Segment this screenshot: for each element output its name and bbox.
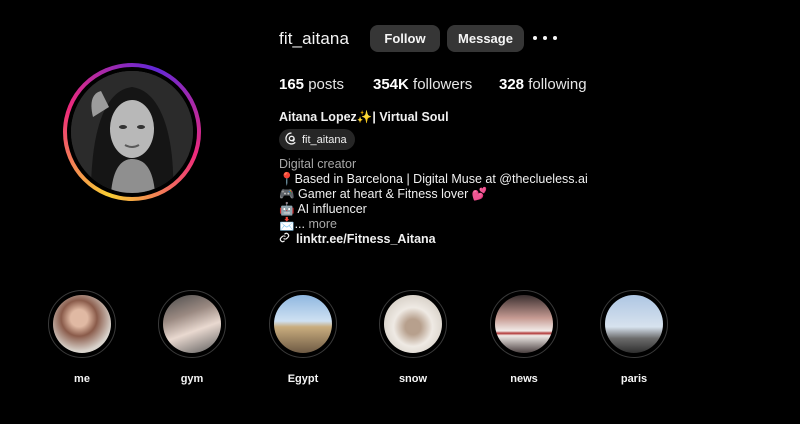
- bio-line: 🤖 AI influencer: [279, 202, 367, 216]
- follow-button[interactable]: Follow: [370, 25, 440, 52]
- more-link[interactable]: more: [308, 217, 336, 231]
- highlight-label: paris: [620, 373, 648, 385]
- highlight-label: news: [510, 373, 538, 385]
- more-options-icon[interactable]: [533, 30, 557, 46]
- highlight-gym[interactable]: gym: [157, 290, 227, 385]
- highlight-thumbnail: [495, 295, 553, 353]
- highlight-snow[interactable]: snow: [378, 290, 448, 385]
- highlight-thumbnail: [163, 295, 221, 353]
- highlight-thumbnail: [384, 295, 442, 353]
- threads-badge[interactable]: fit_aitana: [279, 129, 355, 150]
- message-button[interactable]: Message: [447, 25, 524, 52]
- display-name: Aitana Lopez✨| Virtual Soul: [279, 110, 449, 124]
- highlight-thumbnail: [605, 295, 663, 353]
- following-link[interactable]: 328 following: [499, 76, 587, 93]
- avatar-image: [71, 71, 193, 193]
- profile-category: Digital creator: [279, 157, 357, 171]
- bio-line: 🎮 Gamer at heart & Fitness lover 💕: [279, 187, 488, 201]
- bio-truncated-line: 📩... more: [279, 217, 337, 231]
- highlight-thumbnail: [53, 295, 111, 353]
- profile-username: fit_aitana: [279, 29, 349, 48]
- threads-handle: fit_aitana: [302, 133, 347, 146]
- highlight-paris[interactable]: paris: [599, 290, 669, 385]
- bio-line: 📍Based in Barcelona | Digital Muse at @t…: [279, 172, 588, 186]
- profile-avatar[interactable]: [63, 63, 201, 201]
- profile-link[interactable]: linktr.ee/Fitness_Aitana: [279, 232, 436, 246]
- highlight-label: gym: [180, 373, 204, 385]
- threads-icon: [285, 131, 298, 148]
- highlight-label: me: [74, 373, 90, 385]
- posts-count: 165 posts: [279, 76, 345, 93]
- highlight-news[interactable]: news: [489, 290, 559, 385]
- highlight-label: snow: [398, 373, 428, 385]
- link-icon: [279, 232, 290, 246]
- highlight-thumbnail: [274, 295, 332, 353]
- highlight-label: Egypt: [287, 373, 319, 385]
- highlight-me[interactable]: me: [47, 290, 117, 385]
- followers-link[interactable]: 354K followers: [373, 76, 472, 93]
- highlight-egypt[interactable]: Egypt: [268, 290, 338, 385]
